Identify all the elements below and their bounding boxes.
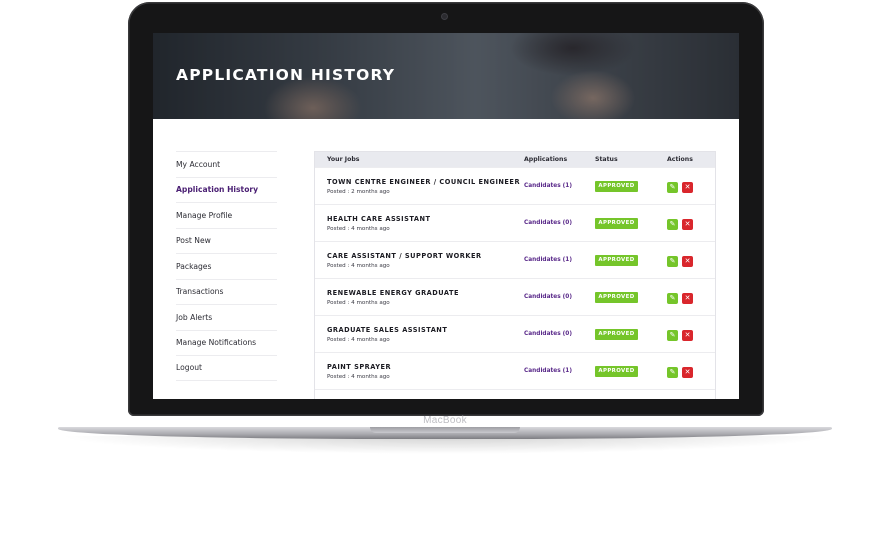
close-icon[interactable]: ✕ [682, 255, 693, 267]
close-icon[interactable]: ✕ [682, 218, 693, 230]
jobs-table: Your Jobs Applications Status Actions TO… [314, 151, 716, 399]
status-badge: APPROVED [595, 365, 638, 377]
column-header-actions: Actions [667, 156, 693, 163]
candidates-link[interactable]: Candidates (1) [524, 183, 572, 189]
candidates-link[interactable]: Candidates (0) [524, 220, 572, 226]
pencil-icon[interactable]: ✎ [667, 255, 678, 267]
table-row: TOWN CENTRE ENGINEER / COUNCIL ENGINEER P… [315, 167, 715, 204]
status-badge: APPROVED [595, 180, 638, 192]
sidebar-item-label: Logout [176, 363, 202, 373]
pencil-icon[interactable]: ✎ [667, 366, 678, 378]
sidebar-item-label: My Account [176, 159, 221, 169]
table-row: GRADUATE SALES ASSISTANT Posted : 4 month… [315, 315, 715, 352]
sidebar-item-manage-profile[interactable]: Manage Profile [176, 202, 277, 228]
pencil-icon[interactable]: ✎ [667, 329, 678, 341]
job-posted: Posted : 4 months ago [327, 336, 390, 343]
column-header-jobs: Your Jobs [327, 156, 360, 163]
status-badge: APPROVED [595, 254, 638, 266]
sidebar-item-label: Job Alerts [176, 312, 213, 322]
close-icon[interactable]: ✕ [682, 366, 693, 378]
sidebar-item-label: Packages [176, 261, 212, 271]
column-header-applications: Applications [524, 156, 568, 163]
status-badge: APPROVED [595, 328, 638, 340]
table-row: PAINT SPRAYER Posted : 4 months ago Candi… [315, 352, 715, 389]
table-row: HEALTH CARE ASSISTANT Posted : 4 months a… [315, 204, 715, 241]
pencil-icon[interactable]: ✎ [667, 292, 678, 304]
job-title[interactable]: TOWN CENTRE ENGINEER / COUNCIL ENGINEER [327, 178, 520, 186]
sidebar-item-logout[interactable]: Logout [176, 355, 277, 381]
job-title[interactable]: CARE ASSISTANT / SUPPORT WORKER [327, 252, 482, 260]
camera-icon [442, 14, 447, 19]
job-title[interactable]: GRADUATE SALES ASSISTANT [327, 326, 447, 334]
sidebar-item-my-account[interactable]: My Account [176, 151, 277, 177]
job-posted: Posted : 4 months ago [327, 373, 390, 380]
sidebar-item-transactions[interactable]: Transactions [176, 278, 277, 305]
close-icon[interactable]: ✕ [682, 181, 693, 193]
sidebar-item-label: Manage Notifications [176, 338, 257, 348]
status-badge: APPROVED [595, 291, 638, 303]
pencil-icon[interactable]: ✎ [667, 181, 678, 193]
job-title[interactable]: PAINT SPRAYER [327, 363, 391, 371]
candidates-link[interactable]: Candidates (0) [524, 331, 572, 337]
sidebar-item-label: Manage Profile [176, 210, 233, 220]
table-row: CARE ASSISTANT / SUPPORT WORKER Posted : … [315, 241, 715, 278]
candidates-link[interactable]: Candidates (1) [524, 257, 572, 263]
close-icon[interactable]: ✕ [682, 329, 693, 341]
job-title[interactable]: RENEWABLE ENERGY GRADUATE [327, 289, 459, 297]
job-posted: Posted : 4 months ago [327, 225, 390, 232]
candidates-link[interactable]: Candidates (0) [524, 294, 572, 300]
job-posted: Posted : 4 months ago [327, 299, 390, 306]
close-icon[interactable]: ✕ [682, 292, 693, 304]
table-row-partial [315, 389, 715, 399]
device-brand-label: MacBook [423, 415, 467, 426]
column-header-status: Status [595, 156, 618, 163]
page-title: APPLICATION HISTORY [176, 66, 396, 84]
header-banner: APPLICATION HISTORY [153, 33, 739, 119]
table-header: Your Jobs Applications Status Actions [315, 152, 715, 167]
job-posted: Posted : 4 months ago [327, 262, 390, 269]
status-badge: APPROVED [595, 217, 638, 229]
sidebar: My Account Application History Manage Pr… [176, 151, 277, 381]
job-posted: Posted : 2 months ago [327, 188, 390, 195]
sidebar-item-label: Transactions [176, 287, 224, 297]
sidebar-item-packages[interactable]: Packages [176, 253, 277, 279]
laptop-notch [370, 427, 520, 433]
table-row: RENEWABLE ENERGY GRADUATE Posted : 4 mont… [315, 278, 715, 315]
sidebar-item-label: Application History [176, 185, 259, 195]
screen: APPLICATION HISTORY My Account Applicati… [153, 33, 739, 399]
sidebar-item-job-alerts[interactable]: Job Alerts [176, 304, 277, 330]
sidebar-item-manage-notifications[interactable]: Manage Notifications [176, 329, 277, 356]
sidebar-item-post-new[interactable]: Post New [176, 227, 277, 254]
pencil-icon[interactable]: ✎ [667, 218, 678, 230]
job-title[interactable]: HEALTH CARE ASSISTANT [327, 215, 430, 223]
candidates-link[interactable]: Candidates (1) [524, 368, 572, 374]
sidebar-item-label: Post New [176, 236, 211, 246]
sidebar-item-application-history[interactable]: Application History [176, 176, 277, 203]
